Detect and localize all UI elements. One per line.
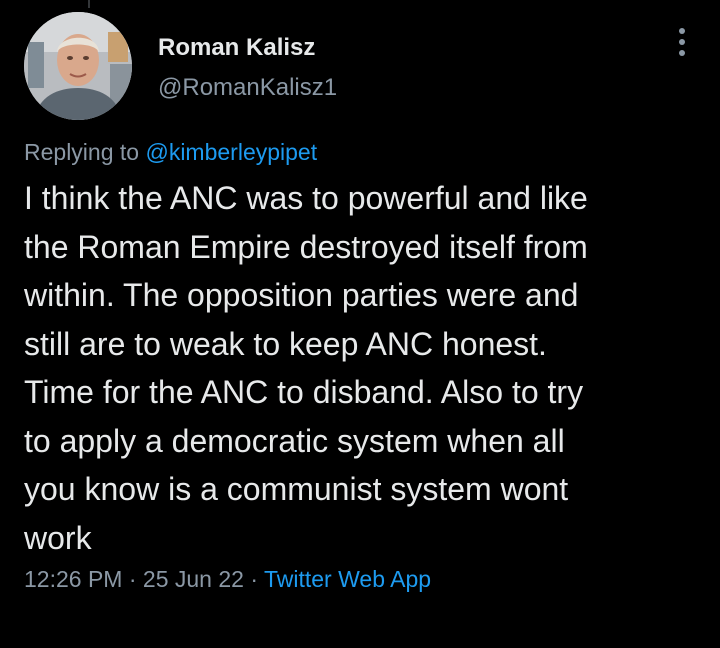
tweet-text-line: to apply a democratic system when all [24, 422, 565, 459]
tweet-text: I think the ANC was to powerful and like… [24, 174, 700, 562]
tweet-header: Roman Kalisz @RomanKalisz1 [24, 12, 696, 122]
tweet-text-line: the Roman Empire destroyed itself from [24, 228, 588, 265]
meta-separator: · [250, 566, 258, 592]
more-options-button[interactable] [670, 26, 694, 58]
meta-separator: · [128, 566, 137, 592]
tweet-metadata: 12:26 PM · 25 Jun 22 · Twitter Web App [24, 566, 431, 593]
tweet-date[interactable]: 25 Jun 22 [143, 566, 244, 592]
replying-to-mention-link[interactable]: @kimberleypipet [145, 139, 317, 165]
avatar-photo [24, 12, 132, 120]
tweet-source-link[interactable]: Twitter Web App [264, 566, 431, 592]
tweet-text-line: within. The opposition parties were and [24, 277, 579, 313]
tweet-text-line: you know is a communist system wont [24, 471, 569, 507]
author-display-name[interactable]: Roman Kalisz [158, 34, 315, 62]
avatar[interactable] [24, 12, 132, 120]
tweet-text-line: I think the ANC was to powerful and like [24, 180, 588, 216]
replying-to-label: Replying to [24, 139, 140, 165]
tweet-text-line: Time for the ANC to disband. Also to try [24, 374, 584, 410]
tweet-time[interactable]: 12:26 PM [24, 566, 122, 592]
author-handle[interactable]: @RomanKalisz1 [158, 74, 337, 102]
replying-to: Replying to @kimberleypipet [24, 139, 317, 166]
tweet-text-line: still are to weak to keep ANC honest. [24, 325, 547, 362]
thread-connector-line [88, 0, 90, 8]
more-vertical-icon [679, 28, 685, 56]
tweet-text-line: work [24, 519, 92, 556]
